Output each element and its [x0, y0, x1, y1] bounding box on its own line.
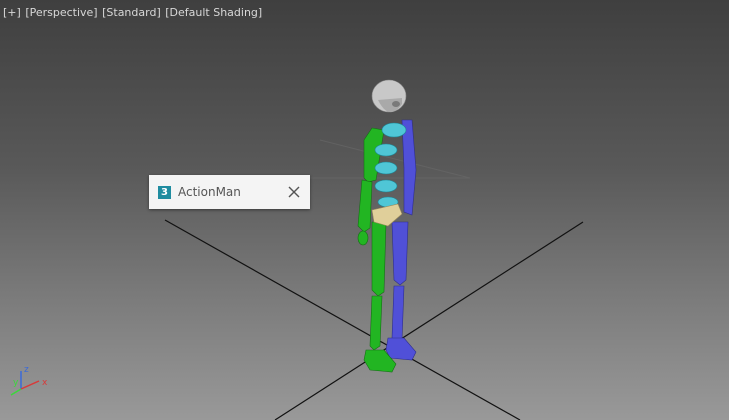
viewport-label-menu[interactable]: [+] [Perspective] [Standard] [Default Sh…	[3, 6, 263, 19]
y-axis-line	[10, 388, 22, 396]
home-grid	[230, 139, 471, 179]
viewport-plus-menu[interactable]: [+]	[3, 6, 21, 19]
biped-right-limbs	[385, 119, 417, 361]
x-axis-line	[20, 380, 40, 390]
object-name-tooltip: 3 ActionMan	[149, 175, 310, 209]
scene-canvas[interactable]	[0, 0, 729, 420]
viewport-shading-menu[interactable]: [Default Shading]	[165, 6, 262, 19]
close-icon[interactable]	[287, 185, 301, 199]
object-name-label: ActionMan	[178, 185, 241, 199]
x-axis-label: x	[42, 378, 48, 388]
biped-head	[371, 79, 407, 113]
biped-actionman[interactable]	[357, 79, 417, 373]
perspective-viewport[interactable]: [+] [Perspective] [Standard] [Default Sh…	[0, 0, 729, 420]
z-axis-label: z	[24, 365, 29, 375]
viewport-point-of-view-menu[interactable]: [Perspective]	[25, 6, 97, 19]
y-axis-label: y	[13, 378, 19, 388]
viewport-standard-menu[interactable]: [Standard]	[102, 6, 161, 19]
axis-gizmo: z x y	[10, 365, 48, 396]
app-logo-icon: 3	[158, 185, 171, 199]
